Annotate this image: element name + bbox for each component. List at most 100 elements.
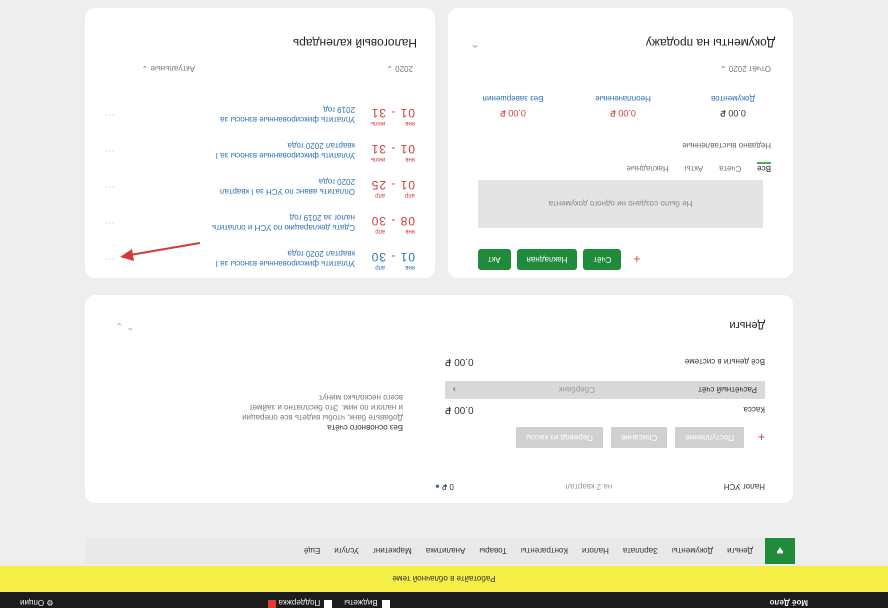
nav-item[interactable]: Аналитика xyxy=(426,547,466,556)
square-icon xyxy=(381,600,390,608)
chevron-icon: › xyxy=(453,385,456,395)
calendar-task[interactable]: Оплатить аванс по УСН за I квартал 2020 … xyxy=(220,176,355,196)
calendar-task[interactable]: Сдать декларацию по УСН и оплатить налог… xyxy=(212,212,355,232)
calendar-days: 01 - 31 xyxy=(370,106,415,120)
nav-item[interactable]: Документы xyxy=(672,547,713,556)
info-icon[interactable]: ● xyxy=(435,482,440,491)
more-icon[interactable]: ⋯ xyxy=(105,253,115,264)
red-arrow-annotation xyxy=(120,242,200,261)
month-end: апр xyxy=(375,192,386,198)
task-line: 2019 год xyxy=(323,105,355,114)
writeoff-button[interactable]: Списание xyxy=(610,427,668,448)
account-bank: Сбербанк xyxy=(558,385,595,395)
calendar-task[interactable]: Уплатить фиксированные взносы за 2019 го… xyxy=(220,104,355,124)
tax-calendar-title: Налоговый календарь xyxy=(292,36,417,50)
calendar-date: янв апр 08 - 30 xyxy=(365,214,415,234)
usn-tax-row: Налог УСН на 2 квартал 0 ₽ ● xyxy=(435,482,765,491)
create-waybill-button[interactable]: Накладная xyxy=(516,249,578,270)
month-start: янв xyxy=(405,120,415,126)
bottom-bar: Моё Дело Виджеты Поддержка ⚙ Опции xyxy=(0,592,888,608)
month-start: янв xyxy=(405,228,415,234)
calendar-item[interactable]: янв июль 01 - 31 Уплатить фиксированные в… xyxy=(95,136,415,162)
total-label: Всё деньги в системе xyxy=(684,357,765,367)
nav-item[interactable]: Услуги xyxy=(334,547,359,556)
rotated-canvas: Налоговый календарь 2020 ⌄ Актуальные ⌄ … xyxy=(0,0,888,608)
promo-banner[interactable]: Работайте в облачной теме xyxy=(0,566,888,592)
month-end: апр xyxy=(375,228,386,234)
plus-icon[interactable]: + xyxy=(758,431,765,445)
brand[interactable]: Моё Дело xyxy=(770,599,808,608)
nav-item[interactable]: Налоги xyxy=(582,547,609,556)
month-start: янв xyxy=(405,156,415,162)
report-year-select[interactable]: Отчёт 2020 ⌄ xyxy=(720,64,771,73)
stat-label[interactable]: Неоплаченные xyxy=(573,94,673,103)
cash-value: 0.00 ₽ xyxy=(445,404,474,416)
calendar-date: янв апр 01 - 30 xyxy=(365,250,415,270)
more-icon[interactable]: ⋯ xyxy=(105,181,115,192)
tax-value-group: 0 ₽ ● xyxy=(435,482,454,491)
nav-item[interactable]: Деньги xyxy=(727,547,753,556)
document-tabs: Все Счета Акты Накладные xyxy=(627,162,771,173)
recent-label: Недавно выставленные xyxy=(682,141,771,150)
nav-item[interactable]: Зарплата xyxy=(623,547,658,556)
month-start: янв xyxy=(405,264,415,270)
plus-icon[interactable]: + xyxy=(633,253,640,267)
expand-icon[interactable]: ⌃ ⌄ xyxy=(115,320,135,331)
transfer-button[interactable]: Перевод из кассы xyxy=(516,427,603,448)
stat-label[interactable]: Без завершения xyxy=(463,94,563,103)
task-line: квартал 2020 года xyxy=(287,249,355,258)
expand-icon[interactable]: ⌃ xyxy=(470,36,480,50)
month-end: апр xyxy=(375,264,386,270)
info-line: Добавьте банк, чтобы видеть все операции xyxy=(242,413,403,422)
widgets-item[interactable]: Виджеты xyxy=(344,598,390,608)
nav-item[interactable]: Маркетинг xyxy=(373,547,412,556)
cash-row: Касса 0.00 ₽ xyxy=(445,401,765,419)
calendar-item[interactable]: апр апр 01 - 25 Оплатить аванс по УСН за … xyxy=(95,172,415,198)
calendar-date: янв июль 01 - 31 xyxy=(365,106,415,126)
tax-calendar-year-select[interactable]: 2020 ⌄ xyxy=(386,64,413,73)
create-invoice-button[interactable]: Счёт xyxy=(583,249,622,270)
calendar-task[interactable]: Уплатить фиксированные взносы за I кварт… xyxy=(216,248,355,268)
tax-label: Налог УСН xyxy=(723,482,765,491)
create-document-actions: + Счёт Накладная Акт xyxy=(478,249,640,270)
more-icon[interactable]: ⋯ xyxy=(105,217,115,228)
calendar-task[interactable]: Уплатить фиксированные взносы за I кварт… xyxy=(216,140,355,160)
calendar-item[interactable]: янв июль 01 - 31 Уплатить фиксированные в… xyxy=(95,100,415,126)
more-icon[interactable]: ⋯ xyxy=(105,109,115,120)
notification-icon xyxy=(268,600,277,608)
tab-all[interactable]: Все xyxy=(757,162,771,173)
nav-item[interactable]: Контрагенты xyxy=(521,547,568,556)
tab-acts[interactable]: Акты xyxy=(685,162,703,173)
task-line: 2020 года xyxy=(318,177,355,186)
tab-waybills[interactable]: Накладные xyxy=(627,162,669,173)
nav-item[interactable]: Ещё xyxy=(304,547,320,556)
income-button[interactable]: Поступление xyxy=(675,427,744,448)
tab-invoices[interactable]: Счета xyxy=(719,162,741,173)
calendar-days: 08 - 30 xyxy=(370,214,415,228)
calendar-days: 01 - 25 xyxy=(370,178,415,192)
total-value: 0.00 ₽ xyxy=(445,356,474,368)
create-act-button[interactable]: Акт xyxy=(478,249,511,270)
tax-period: на 2 квартал xyxy=(565,482,613,491)
task-line: налог за 2019 год xyxy=(289,213,355,222)
total-money-row: Всё деньги в системе 0.00 ₽ xyxy=(445,353,765,371)
task-line: Оплатить аванс по УСН за I квартал xyxy=(219,187,355,196)
account-row[interactable]: Расчётный счёт Сбербанк › xyxy=(445,381,765,399)
money-card: Деньги ⌃ ⌄ Всё деньги в системе 0.00 ₽ Р… xyxy=(85,295,793,503)
logo-icon[interactable]: ♥ xyxy=(765,538,795,564)
calendar-days: 01 - 31 xyxy=(370,142,415,156)
calendar-days: 01 - 30 xyxy=(370,250,415,264)
month-start: апр xyxy=(405,192,415,198)
support-item[interactable]: Поддержка xyxy=(268,598,333,608)
stat-label[interactable]: Документов xyxy=(683,94,783,103)
month-end: июль xyxy=(370,120,386,126)
money-operations: + Поступление Списание Перевод из кассы xyxy=(516,427,765,448)
stat-value: 0.00 ₽ xyxy=(610,108,636,118)
calendar-item[interactable]: янв апр 08 - 30 Сдать декларацию по УСН и… xyxy=(95,208,415,234)
task-line: Уплатить фиксированные взносы за I xyxy=(215,151,355,160)
more-icon[interactable]: ⋯ xyxy=(105,145,115,156)
tax-calendar-filter[interactable]: Актуальные ⌄ xyxy=(142,64,195,73)
nav-item[interactable]: Товары xyxy=(479,547,507,556)
task-line: Уплатить фиксированные взносы за I xyxy=(215,259,355,268)
options-item[interactable]: ⚙ Опции xyxy=(20,599,53,608)
